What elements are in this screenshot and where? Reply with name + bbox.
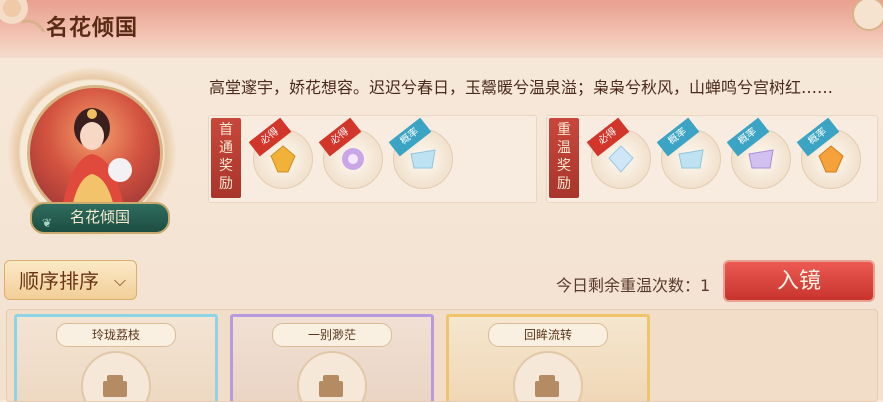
- reward-item[interactable]: 必得: [586, 117, 651, 189]
- flower-ornament-icon: [0, 0, 46, 33]
- enter-mirror-button[interactable]: 入镜: [723, 260, 875, 302]
- ice-crystal-icon: [410, 149, 436, 169]
- reward-item[interactable]: 必得: [318, 117, 383, 189]
- story-description: 高堂邃宇，娇花想容。迟迟兮春日，玉鬶暖兮温泉溢；枭枭兮秋风，山蝉鸣兮宫树红……: [209, 78, 834, 97]
- story-card-list: 玲珑荔枝 一别渺茫 回眸流转: [6, 309, 878, 402]
- remaining-revisits-text: 今日剩余重温次数：1: [556, 276, 711, 295]
- reward-item[interactable]: 概率: [796, 117, 861, 189]
- first-clear-reward-label: 首 通 奖 励: [211, 118, 241, 198]
- header-bar: 名花倾国: [0, 0, 883, 58]
- sort-label: 顺序排序: [19, 269, 99, 293]
- character-name: 名花倾国: [69, 208, 130, 226]
- sort-order-dropdown[interactable]: 顺序排序 ⌵: [4, 260, 137, 300]
- character-name-plate: ❦ 名花倾国: [30, 202, 170, 234]
- orange-gem-icon: [818, 145, 844, 173]
- story-card[interactable]: 回眸流转: [446, 314, 650, 401]
- chevron-down-icon: ⌵: [113, 271, 126, 290]
- gold-gem-icon: [270, 145, 296, 173]
- reward-item[interactable]: 必得: [248, 117, 313, 189]
- character-avatar: [27, 85, 163, 221]
- revisit-reward-label: 重 温 奖 励: [549, 118, 579, 198]
- purple-flower-gem-icon: [342, 148, 364, 170]
- story-card-title: 玲珑荔枝: [56, 323, 176, 347]
- close-ornament-icon[interactable]: [849, 0, 883, 34]
- revisit-reward-panel: 重 温 奖 励 必得 概率 概率 概率: [546, 115, 878, 203]
- lock-icon: [513, 351, 583, 401]
- ice-crystal-icon: [678, 149, 704, 169]
- story-card[interactable]: 一别渺茫: [230, 314, 434, 401]
- story-card[interactable]: 玲珑荔枝: [14, 314, 218, 401]
- story-card-title: 一别渺茫: [272, 323, 392, 347]
- purple-crystal-icon: [748, 149, 774, 169]
- lock-icon: [81, 351, 151, 401]
- reward-item[interactable]: 概率: [388, 117, 453, 189]
- lock-icon: [297, 351, 367, 401]
- character-portrait[interactable]: ❦ 名花倾国: [8, 68, 178, 238]
- reward-item[interactable]: 概率: [656, 117, 721, 189]
- first-clear-reward-panel: 首 通 奖 励 必得 必得 概率: [208, 115, 537, 203]
- leaf-icon: ❦: [42, 216, 53, 230]
- page-title: 名花倾国: [46, 15, 139, 41]
- character-figure-icon: [60, 108, 132, 218]
- reward-item[interactable]: 概率: [726, 117, 791, 189]
- story-card-title: 回眸流转: [488, 323, 608, 347]
- blue-crystal-icon: [608, 145, 634, 173]
